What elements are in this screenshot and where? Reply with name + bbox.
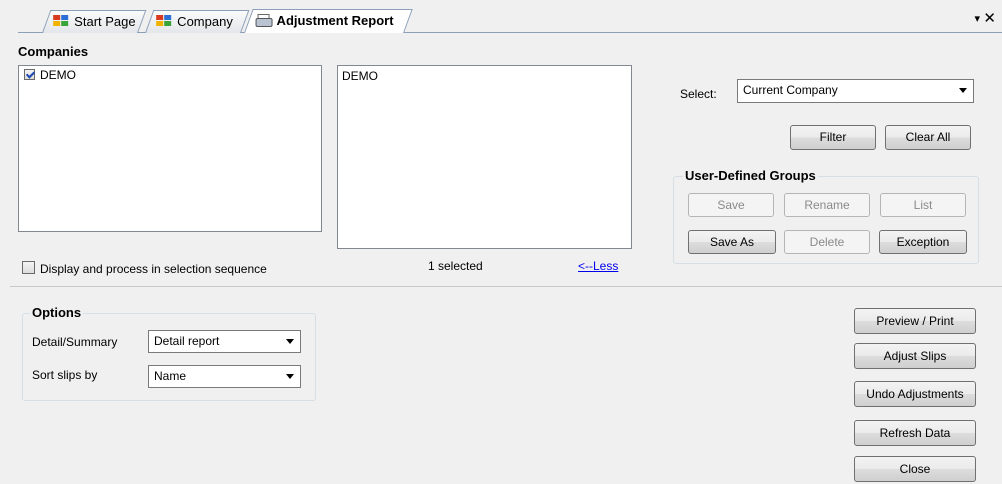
adjust-slips-button[interactable]: Adjust Slips (854, 343, 976, 369)
sort-slips-label: Sort slips by (32, 368, 98, 382)
save-as-group-button[interactable]: Save As (688, 230, 776, 254)
available-companies-list[interactable] (18, 65, 322, 232)
delete-group-button[interactable]: Delete (784, 230, 870, 254)
tab-start-page[interactable]: Start Page (42, 10, 147, 33)
selected-company-item[interactable]: DEMO (342, 69, 378, 83)
company-item-label: DEMO (40, 68, 76, 82)
tab-company[interactable]: Company (145, 10, 250, 33)
company-list-item[interactable]: DEMO (24, 68, 76, 82)
undo-adjustments-button[interactable]: Undo Adjustments (854, 381, 976, 407)
companies-label: Companies (18, 44, 89, 59)
rename-group-button[interactable]: Rename (784, 193, 870, 217)
tab-adjustment-report[interactable]: Adjustment Report (244, 9, 413, 33)
list-group-button[interactable]: List (880, 193, 966, 217)
detail-summary-value: Detail report (154, 334, 220, 348)
selected-count: 1 selected (428, 259, 483, 273)
select-dropdown[interactable]: Current Company (737, 79, 974, 103)
selection-sequence-label: Display and process in selection sequenc… (40, 262, 267, 276)
refresh-data-button[interactable]: Refresh Data (854, 420, 976, 446)
company-checkbox[interactable] (24, 69, 35, 80)
chevron-down-icon (286, 339, 294, 344)
app-window-icon (156, 15, 172, 27)
sort-slips-dropdown[interactable]: Name (148, 365, 301, 388)
detail-summary-dropdown[interactable]: Detail report (148, 330, 301, 353)
app-window-icon (53, 15, 69, 27)
save-group-button[interactable]: Save (688, 193, 774, 217)
tab-start-page-label: Start Page (74, 14, 136, 29)
detail-summary-label: Detail/Summary (32, 335, 118, 349)
printer-icon (255, 14, 273, 27)
selected-companies-list[interactable] (337, 65, 632, 249)
tab-list-dropdown-icon[interactable]: ▾ (974, 12, 980, 25)
tab-adjustment-report-label: Adjustment Report (276, 13, 394, 28)
sort-slips-value: Name (154, 369, 187, 383)
select-label: Select: (680, 87, 717, 101)
chevron-down-icon (286, 374, 294, 379)
clear-all-button[interactable]: Clear All (885, 125, 971, 150)
user-defined-groups-label: User-Defined Groups (683, 168, 818, 183)
less-link[interactable]: <--Less (578, 259, 618, 273)
options-label: Options (30, 305, 84, 320)
selection-sequence-checkbox[interactable] (22, 261, 35, 274)
close-button[interactable]: Close (854, 456, 976, 482)
tab-company-label: Company (177, 14, 233, 29)
close-tab-icon[interactable]: ✕ (983, 9, 996, 27)
selection-sequence-option[interactable]: Display and process in selection sequenc… (22, 261, 267, 276)
filter-button[interactable]: Filter (790, 125, 876, 150)
chevron-down-icon (959, 88, 967, 93)
preview-print-button[interactable]: Preview / Print (854, 308, 976, 334)
exception-button[interactable]: Exception (879, 230, 967, 254)
select-dropdown-value: Current Company (743, 83, 838, 97)
